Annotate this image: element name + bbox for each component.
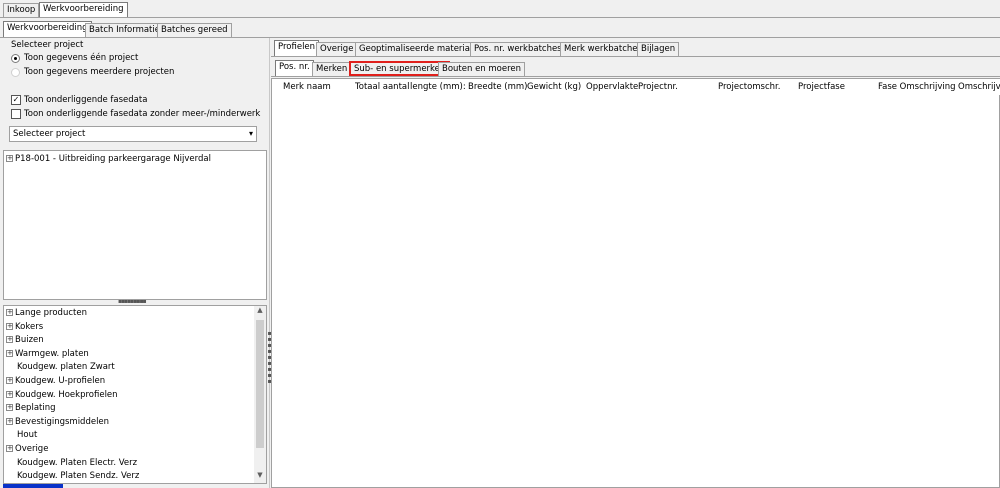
- expand-icon[interactable]: +: [6, 377, 13, 384]
- tree-item-material[interactable]: Koudgew. Platen Sendz. Verz: [6, 470, 139, 483]
- expand-icon[interactable]: +: [6, 390, 13, 398]
- checkbox-phase-data-no-extra[interactable]: [11, 109, 21, 119]
- horizontal-splitter-handle[interactable]: ▪▪▪▪▪▪▪▪▪: [118, 298, 147, 305]
- tree-item-material[interactable]: + Koudgew. Hoekprofielen: [6, 389, 118, 402]
- expand-icon[interactable]: +: [6, 155, 13, 162]
- right-tab-divider: [271, 56, 1000, 57]
- checkbox-phase-data[interactable]: ✓: [11, 95, 21, 105]
- tab-bouten-en-moeren[interactable]: Bouten en moeren: [438, 62, 526, 76]
- tree-item-project[interactable]: + P18-001 - Uitbreiding parkeergarage Nij…: [6, 153, 211, 166]
- column-header[interactable]: Merk naam: [283, 82, 353, 92]
- radio-one-project-label: Toon gegevens één project: [24, 53, 139, 63]
- tree-item-material[interactable]: + Lange producten: [6, 307, 87, 320]
- tree-item-material[interactable]: + Warmgew. platen: [6, 348, 89, 361]
- tab-werkvoorbereiding[interactable]: Werkvoorbereiding: [3, 21, 92, 37]
- tab-merk-werkbatches[interactable]: Merk werkbatches: [560, 42, 646, 56]
- inner-tab-divider: [271, 76, 1000, 77]
- tree-item-label: Warmgew. platen: [15, 348, 89, 359]
- expand-icon[interactable]: +: [6, 322, 13, 330]
- chevron-down-icon: ▾: [248, 129, 253, 138]
- tree-item-label: Beplating: [15, 403, 56, 414]
- checkbox-phase-data-no-extra-label: Toon onderliggende fasedata zonder meer-…: [24, 109, 261, 119]
- expand-icon[interactable]: +: [6, 336, 13, 344]
- column-header[interactable]: Gewicht (kg): [527, 82, 586, 92]
- tree-item-label: Lange producten: [15, 308, 87, 318]
- radio-multi-project-label: Toon gegevens meerdere projecten: [24, 67, 175, 77]
- select-project-value: Selecteer project: [13, 129, 86, 139]
- tree-item-label: Overige: [15, 444, 49, 454]
- tree-item-label: Hout: [17, 430, 38, 441]
- tree-item-label: Koudgew. Hoekprofielen: [15, 389, 118, 400]
- checkbox-phase-data-label: Toon onderliggende fasedata: [24, 95, 148, 105]
- tree-item-material[interactable]: + Buizen: [6, 334, 44, 347]
- tree-item-material[interactable]: Hout: [6, 429, 37, 442]
- scroll-down-icon[interactable]: ▼: [254, 471, 266, 479]
- data-grid[interactable]: [271, 78, 1000, 488]
- expand-icon[interactable]: +: [6, 417, 13, 425]
- vertical-splitter[interactable]: [269, 38, 270, 488]
- column-header[interactable]: Projectomschr.: [718, 82, 798, 92]
- scroll-up-icon[interactable]: ▲: [254, 306, 266, 314]
- tab-batches-gereed[interactable]: Batches gereed: [157, 23, 232, 37]
- column-header[interactable]: Breedte (mm): [468, 82, 527, 92]
- sub-tab-divider: [0, 37, 1000, 38]
- column-header[interactable]: Totaal aantal: [355, 82, 410, 92]
- tab-bijlagen[interactable]: Bijlagen: [637, 42, 680, 56]
- tab-pos-nr[interactable]: Pos. nr.: [275, 60, 314, 76]
- expand-icon[interactable]: +: [6, 309, 13, 316]
- column-header[interactable]: Omschrijving: [958, 82, 1000, 92]
- select-project-dropdown[interactable]: Selecteer project ▾: [9, 126, 257, 142]
- tree-item-material[interactable]: + Bevestigingsmiddelen: [6, 416, 109, 429]
- tab-profielen[interactable]: Profielen: [274, 40, 320, 56]
- tree-item-material[interactable]: + Beplating: [6, 402, 56, 415]
- column-header[interactable]: Fase Omschrijving: [878, 82, 958, 92]
- column-header[interactable]: lengte (mm):: [410, 82, 468, 92]
- tree-item-label: Koudgew. U-profielen: [15, 376, 106, 386]
- tree-item-label: Kokers: [15, 321, 44, 332]
- radio-one-project[interactable]: [11, 54, 20, 63]
- tab-werkvoorbereiding-top[interactable]: Werkvoorbereiding: [39, 2, 128, 18]
- tree-item-material[interactable]: + Koudgew. U-profielen: [6, 375, 105, 388]
- tab-pos-nr-werkbatches[interactable]: Pos. nr. werkbatches: [470, 42, 566, 56]
- scrollbar-thumb[interactable]: [256, 320, 264, 448]
- top-tab-divider: [0, 17, 1000, 18]
- materials-tree[interactable]: + Lange producten + Kokers + Buizen + Warmgew. …: [3, 305, 267, 484]
- column-header[interactable]: Projectfase: [798, 82, 878, 92]
- tree-item-label: Buizen: [15, 335, 44, 346]
- tree-item-label: Koudgew. Platen Electr. Verz: [17, 457, 138, 468]
- select-project-group-label: Selecteer project: [11, 40, 84, 50]
- progress-bar: [3, 484, 63, 488]
- tree-item-material[interactable]: Koudgew. platen Zwart: [6, 361, 115, 374]
- tab-geoptimaliseerde-materialen[interactable]: Geoptimaliseerde materialen: [355, 42, 487, 56]
- tab-sub-en-supermerken[interactable]: Sub- en supermerken: [349, 61, 451, 76]
- expand-icon[interactable]: +: [6, 349, 13, 357]
- tree-item-label: Koudgew. Platen Sendz. Verz: [17, 471, 140, 482]
- tree-item-material[interactable]: Koudgew. Platen Electr. Verz: [6, 457, 137, 470]
- radio-multi-project[interactable]: [11, 68, 20, 77]
- tab-inkoop[interactable]: Inkoop: [3, 3, 40, 17]
- tree-item-label: Koudgew. platen Zwart: [17, 362, 115, 373]
- column-header[interactable]: Oppervlakte: [586, 82, 638, 92]
- tab-merken[interactable]: Merken: [312, 62, 352, 76]
- expand-icon[interactable]: +: [6, 404, 13, 412]
- tree-item-material[interactable]: + Kokers: [6, 321, 43, 334]
- expand-icon[interactable]: +: [6, 445, 13, 452]
- materials-scrollbar[interactable]: ▲ ▼: [254, 306, 266, 483]
- project-tree[interactable]: + P18-001 - Uitbreiding parkeergarage Nij…: [3, 150, 267, 300]
- tab-batch-informatie[interactable]: Batch Informatie: [85, 23, 164, 37]
- tab-overige[interactable]: Overige: [316, 42, 358, 56]
- tree-item-label: Bevestigingsmiddelen: [15, 416, 110, 427]
- tree-item-material[interactable]: + Overige: [6, 443, 48, 456]
- column-header[interactable]: Projectnr.: [638, 82, 718, 92]
